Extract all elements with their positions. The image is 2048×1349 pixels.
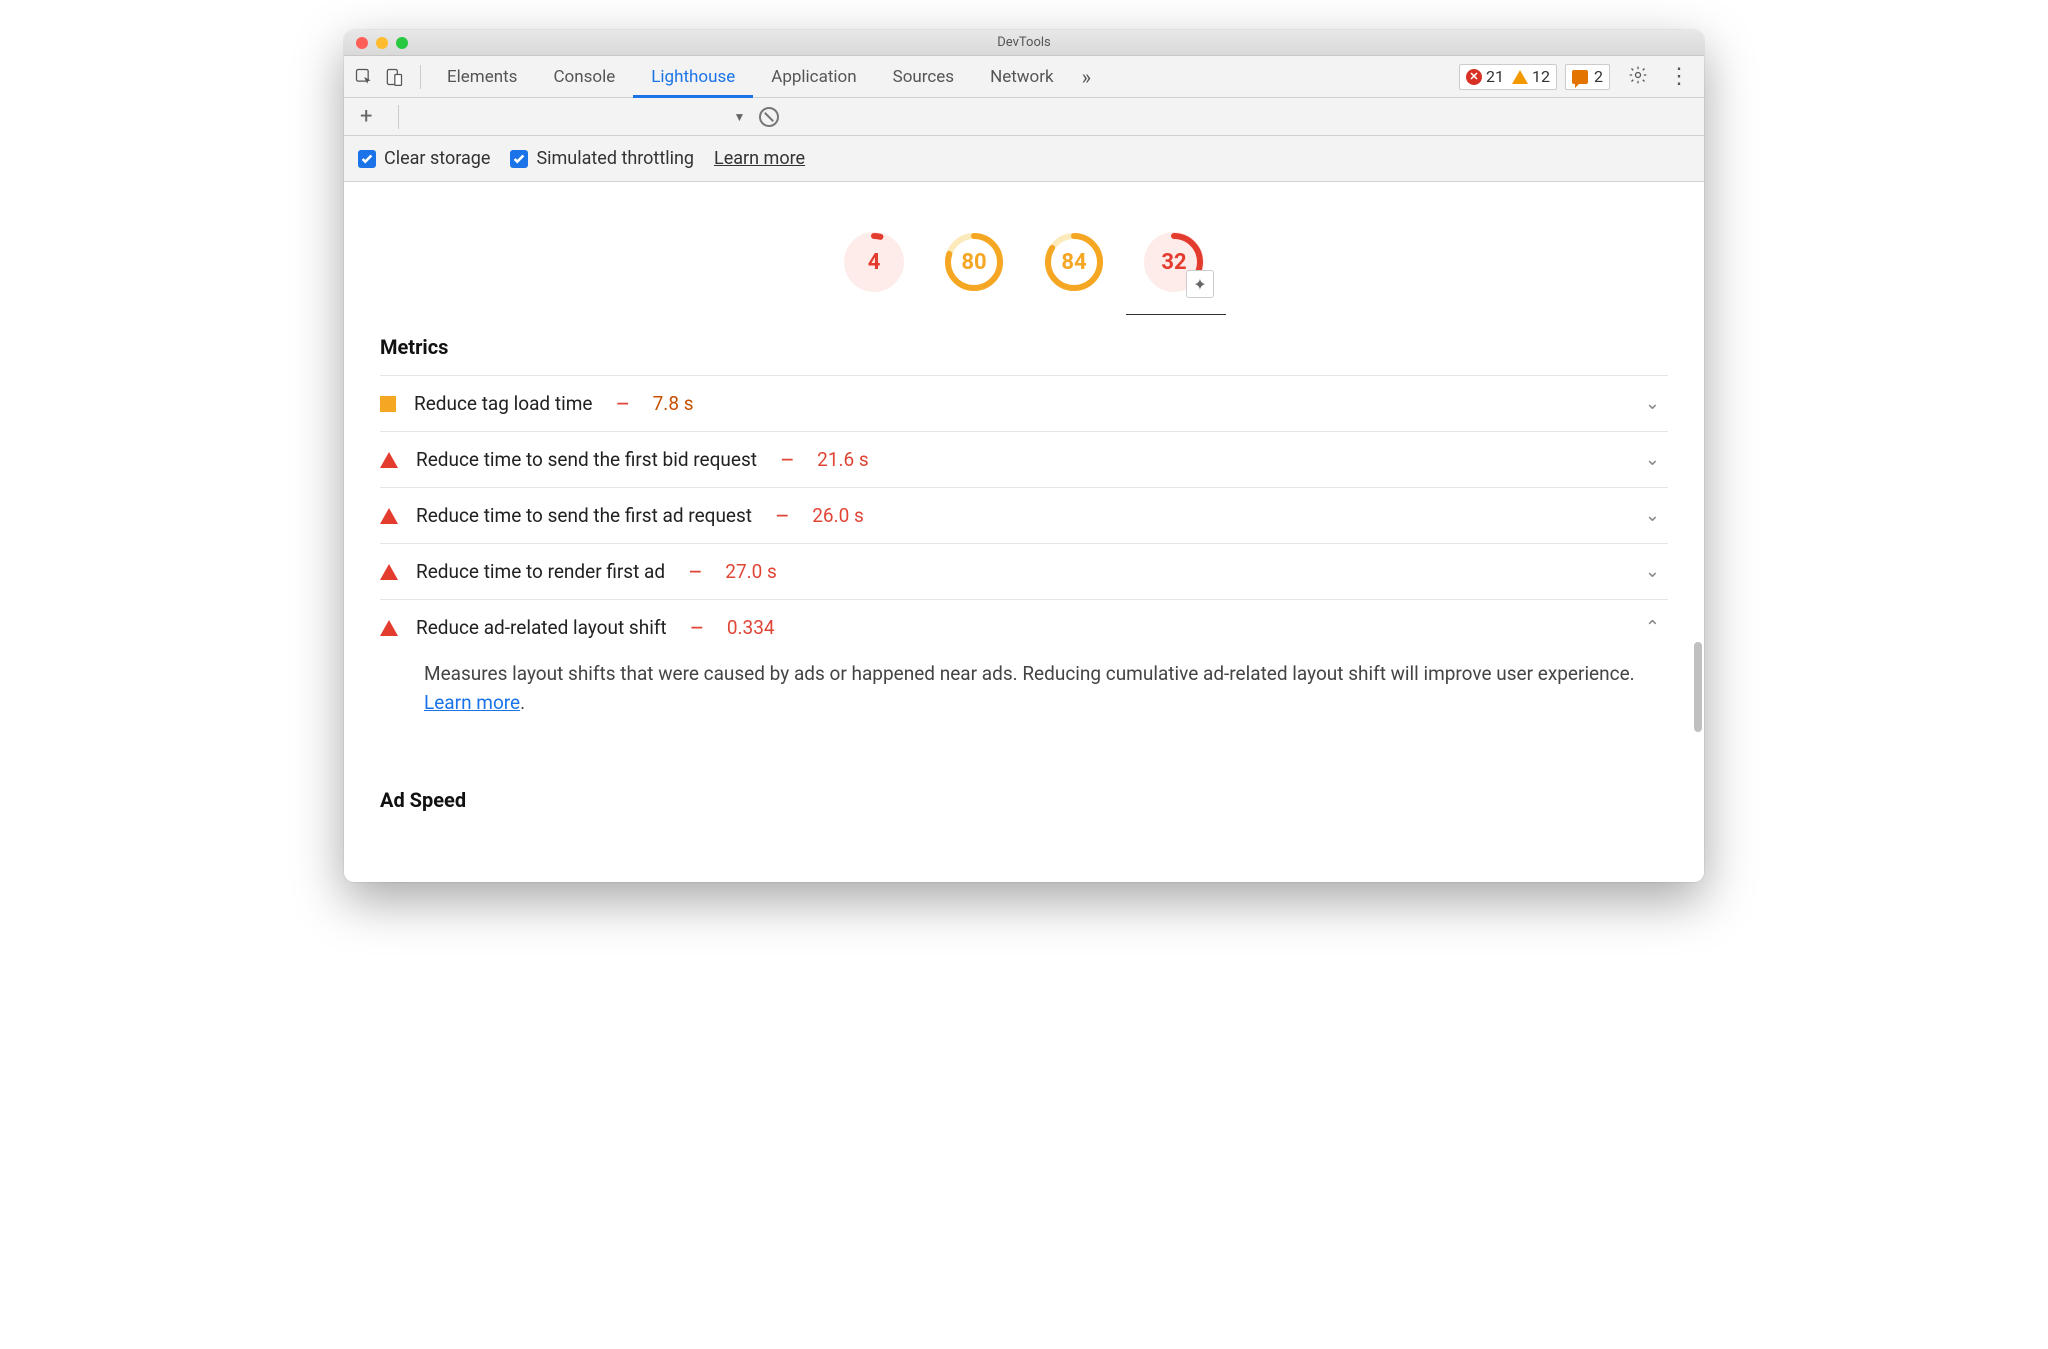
tab-elements[interactable]: Elements bbox=[429, 56, 535, 97]
score-gauge[interactable]: 80 bbox=[944, 232, 1004, 292]
metric-value: 26.0 s bbox=[812, 504, 864, 527]
main-tabbar: Elements Console Lighthouse Application … bbox=[344, 56, 1704, 98]
metric-value: 27.0 s bbox=[725, 560, 777, 583]
metric-row[interactable]: Reduce time to send the first ad request… bbox=[380, 487, 1668, 543]
window-title: DevTools bbox=[344, 35, 1704, 50]
triangle-icon bbox=[380, 508, 398, 524]
tab-network[interactable]: Network bbox=[972, 56, 1072, 97]
metric-row[interactable]: Reduce ad-related layout shift — 0.334 ⌃ bbox=[380, 599, 1668, 655]
checkbox-checked-icon bbox=[358, 150, 376, 168]
tab-sources[interactable]: Sources bbox=[875, 56, 972, 97]
inspect-icon[interactable] bbox=[354, 67, 374, 87]
settings-button[interactable] bbox=[1628, 65, 1648, 89]
error-count: 21 bbox=[1486, 67, 1504, 86]
dash: — bbox=[616, 394, 628, 413]
metric-title: Reduce time to send the first ad request bbox=[416, 504, 752, 527]
selected-gauge-underline bbox=[1126, 314, 1226, 315]
metric-title: Reduce ad-related layout shift bbox=[416, 616, 667, 639]
tab-console[interactable]: Console bbox=[535, 56, 633, 97]
dash: — bbox=[691, 618, 703, 637]
clear-storage-checkbox[interactable]: Clear storage bbox=[358, 148, 490, 169]
divider bbox=[420, 65, 421, 89]
score-gauge[interactable]: 84 bbox=[1044, 232, 1104, 292]
dash: — bbox=[689, 562, 701, 581]
issue-icon bbox=[1572, 70, 1588, 84]
metric-value: 21.6 s bbox=[817, 448, 869, 471]
lighthouse-report: 4 80 84 32✦ Metrics Reduce tag load time… bbox=[344, 182, 1704, 882]
ad-speed-section: Ad Speed bbox=[344, 758, 1704, 848]
clear-icon[interactable] bbox=[759, 107, 779, 127]
error-icon: ✕ bbox=[1466, 69, 1482, 85]
new-report-button[interactable]: + bbox=[354, 104, 378, 129]
warning-icon bbox=[1512, 70, 1528, 84]
chevron-down-icon: ⌄ bbox=[1645, 393, 1660, 414]
plugin-icon: ✦ bbox=[1186, 270, 1214, 298]
device-toggle-icon[interactable] bbox=[384, 67, 404, 87]
metric-row[interactable]: Reduce time to send the first bid reques… bbox=[380, 431, 1668, 487]
chevron-up-icon: ⌃ bbox=[1645, 617, 1660, 638]
gear-icon bbox=[1628, 65, 1648, 85]
chevron-down-icon: ⌄ bbox=[1645, 505, 1660, 526]
lighthouse-options: Clear storage Simulated throttling Learn… bbox=[344, 136, 1704, 182]
dash: — bbox=[781, 450, 793, 469]
more-tabs-button[interactable]: » bbox=[1072, 56, 1101, 97]
tab-lighthouse[interactable]: Lighthouse bbox=[633, 56, 753, 97]
score-gauge[interactable]: 4 bbox=[844, 232, 904, 292]
simulated-throttling-checkbox[interactable]: Simulated throttling bbox=[510, 148, 694, 169]
learn-more-link[interactable]: Learn more bbox=[714, 148, 805, 169]
warning-count: 12 bbox=[1532, 67, 1550, 86]
issue-count: 2 bbox=[1594, 67, 1603, 86]
triangle-icon bbox=[380, 620, 398, 636]
divider bbox=[398, 105, 399, 129]
metric-description: Measures layout shifts that were caused … bbox=[380, 655, 1668, 738]
chevron-down-icon: ⌄ bbox=[1645, 449, 1660, 470]
tab-application[interactable]: Application bbox=[753, 56, 874, 97]
chevron-down-icon: ⌄ bbox=[1645, 561, 1660, 582]
metrics-section: Metrics Reduce tag load time—7.8 s⌄Reduc… bbox=[344, 315, 1704, 758]
triangle-icon bbox=[380, 452, 398, 468]
score-gauges: 4 80 84 32✦ bbox=[344, 182, 1704, 322]
simulated-throttling-label: Simulated throttling bbox=[536, 148, 694, 169]
ad-speed-heading: Ad Speed bbox=[380, 788, 1668, 812]
report-dropdown[interactable]: ▼ bbox=[733, 110, 745, 124]
titlebar: DevTools bbox=[344, 30, 1704, 56]
console-counts[interactable]: ✕21 12 bbox=[1459, 64, 1557, 90]
metric-value: 7.8 s bbox=[653, 392, 694, 415]
metric-row[interactable]: Reduce time to render first ad — 27.0 s ⌄ bbox=[380, 543, 1668, 599]
metric-row[interactable]: Reduce tag load time — 7.8 s ⌄ bbox=[380, 375, 1668, 431]
kebab-menu-button[interactable]: ⋮ bbox=[1660, 64, 1698, 89]
metric-value: 0.334 bbox=[727, 616, 775, 639]
square-icon bbox=[380, 396, 396, 412]
metric-title: Reduce time to render first ad bbox=[416, 560, 665, 583]
score-gauge[interactable]: 32✦ bbox=[1144, 232, 1204, 292]
learn-more-link[interactable]: Learn more bbox=[424, 691, 520, 714]
scrollbar-thumb[interactable] bbox=[1694, 642, 1702, 732]
issues-badge[interactable]: 2 bbox=[1565, 64, 1610, 90]
triangle-icon bbox=[380, 564, 398, 580]
metrics-heading: Metrics bbox=[380, 335, 1668, 359]
lighthouse-subbar: + ▼ bbox=[344, 98, 1704, 136]
metric-title: Reduce time to send the first bid reques… bbox=[416, 448, 757, 471]
devtools-window: DevTools Elements Console Lighthouse App… bbox=[344, 30, 1704, 882]
clear-storage-label: Clear storage bbox=[384, 148, 490, 169]
metric-title: Reduce tag load time bbox=[414, 392, 592, 415]
dash: — bbox=[776, 506, 788, 525]
checkbox-checked-icon bbox=[510, 150, 528, 168]
